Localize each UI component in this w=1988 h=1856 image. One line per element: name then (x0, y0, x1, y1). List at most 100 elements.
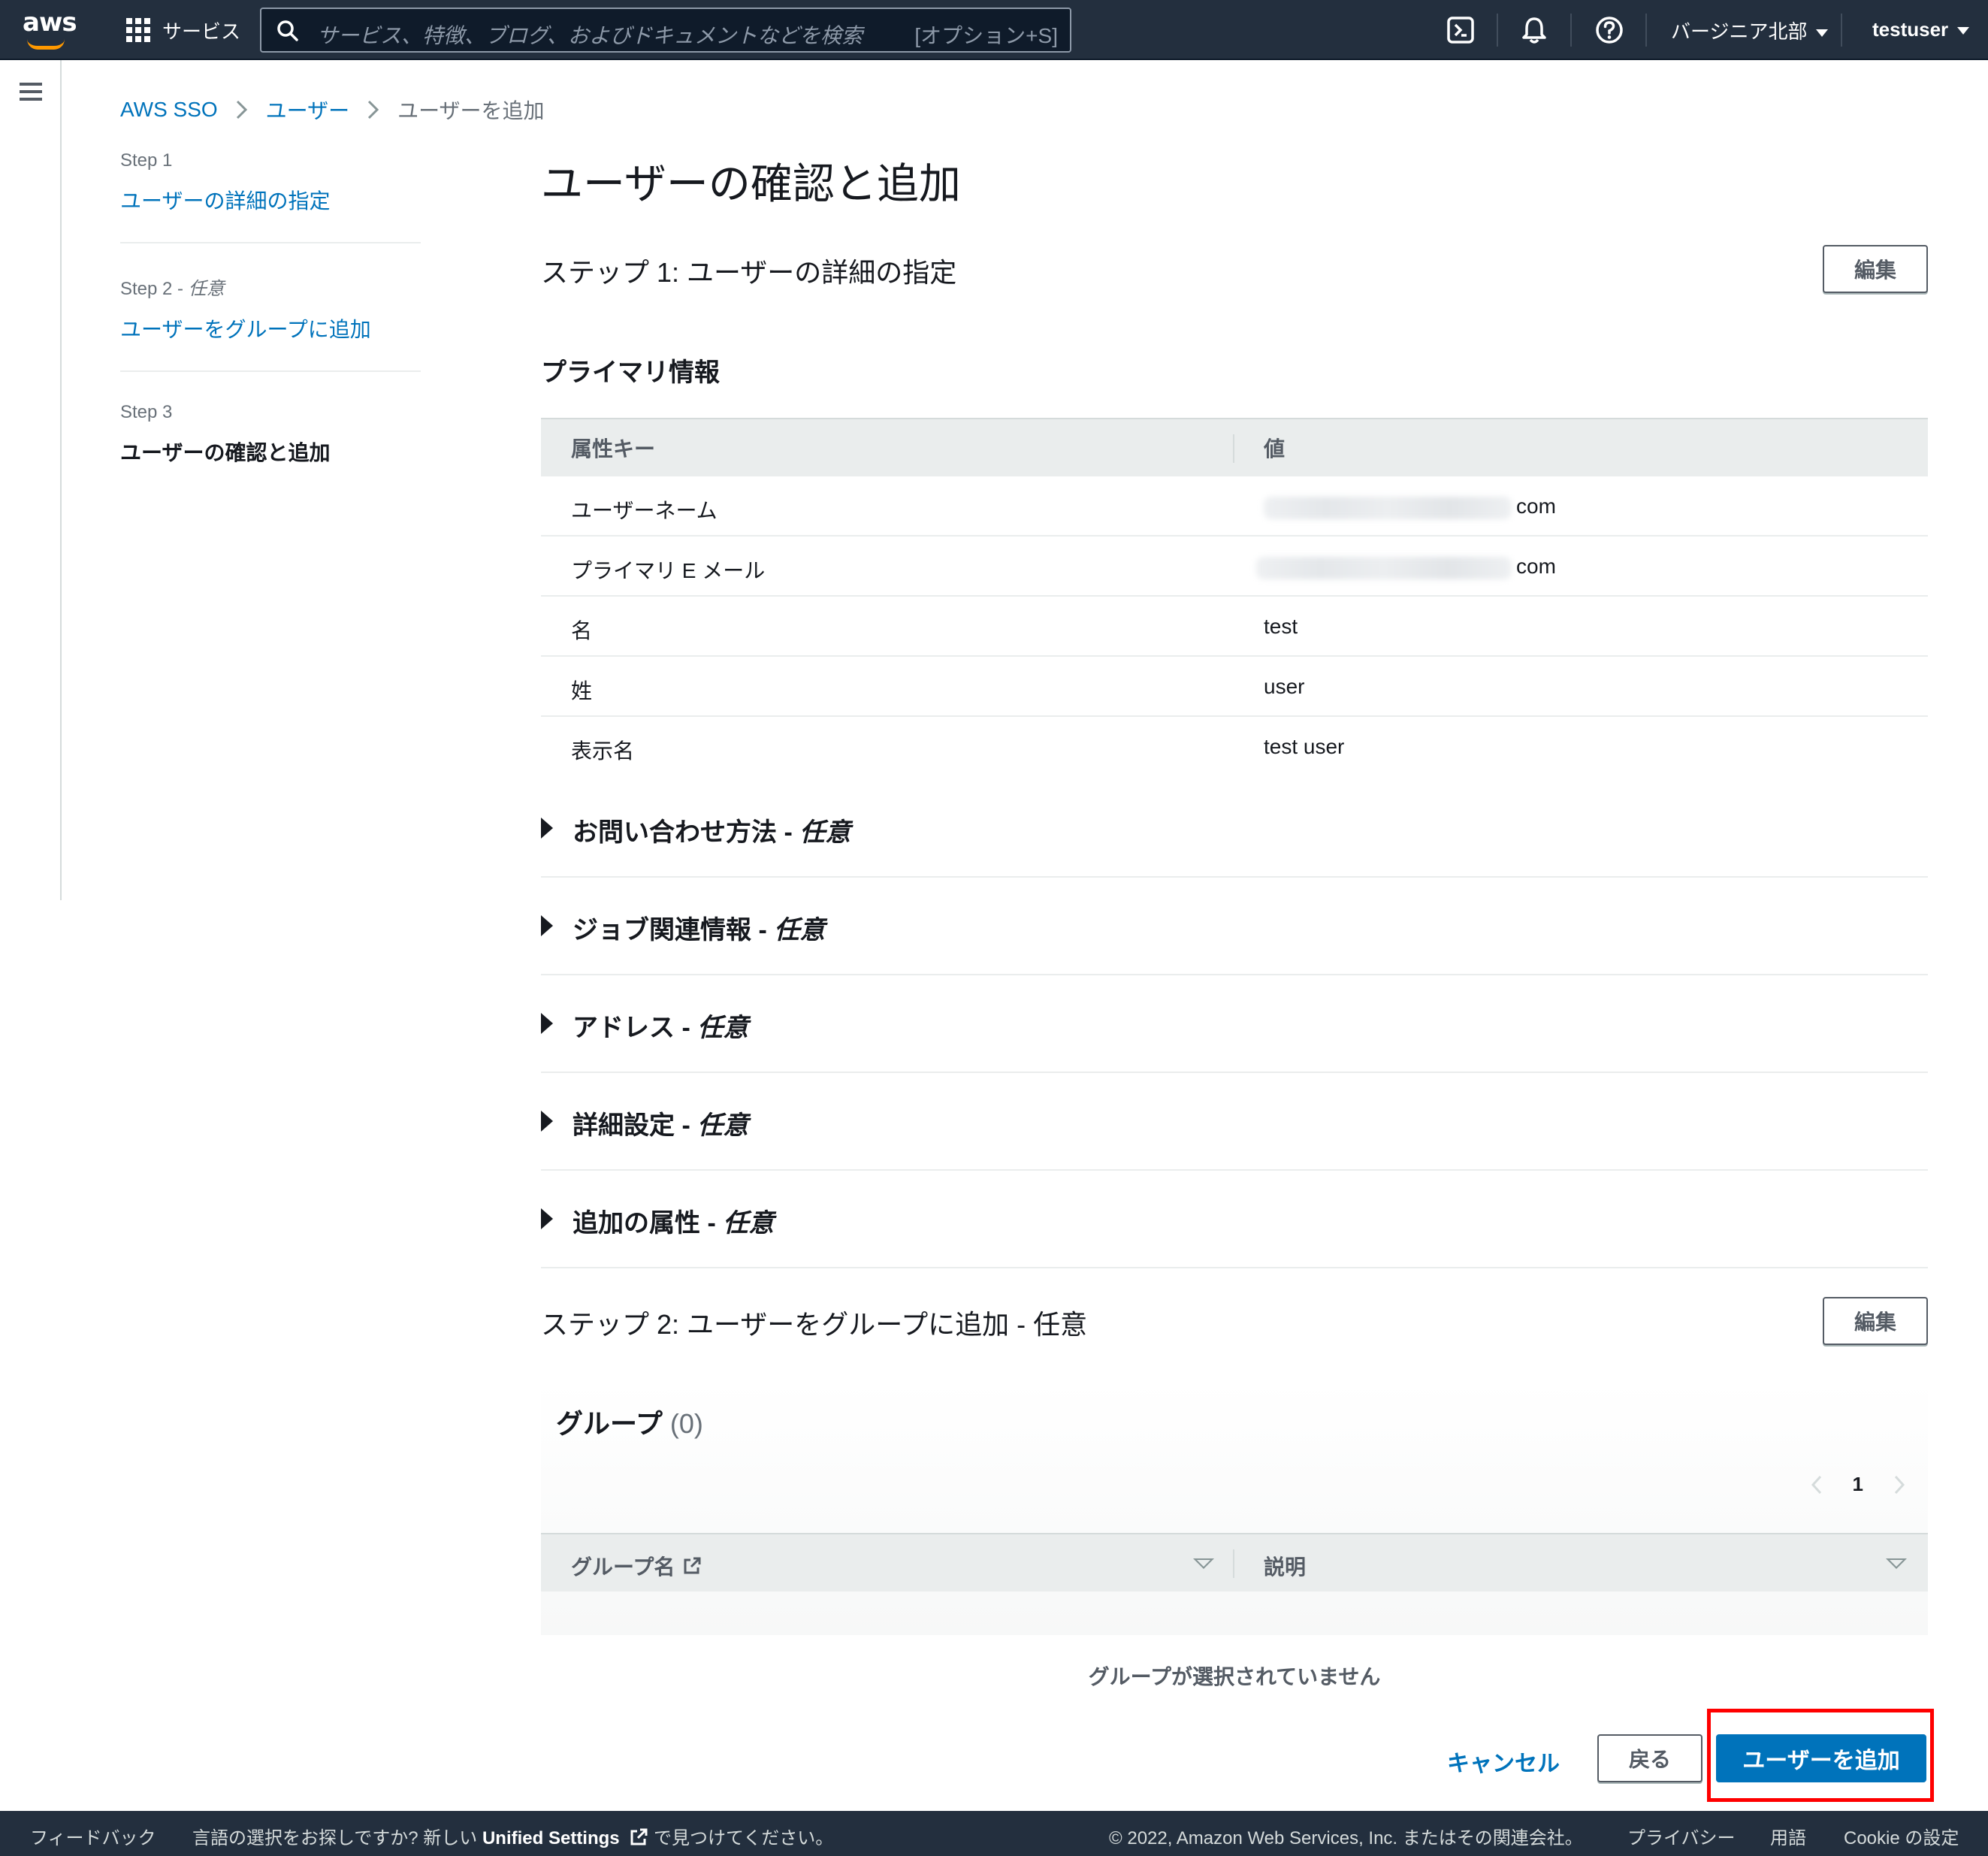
column-header-group-name[interactable]: グループ名 (571, 1551, 702, 1581)
row-value: com (1264, 494, 1556, 519)
expander-contact-methods[interactable]: お問い合わせ方法 - 任意 (541, 780, 1928, 878)
step-1-link[interactable]: ユーザーの詳細の指定 (120, 185, 421, 215)
table-header: 属性キー 値 (541, 418, 1928, 476)
row-value: com (1256, 555, 1556, 579)
cloudshell-icon[interactable] (1446, 15, 1476, 45)
sort-icon[interactable] (1193, 1558, 1214, 1569)
page-title: ユーザーの確認と追加 (541, 160, 961, 207)
primary-info-table: 属性キー 値 ユーザーネーム com プライマリ E メール com 名 tes… (541, 418, 1928, 777)
pagination: 1 (1811, 1473, 1905, 1496)
wizard-step-3: Step 3 ユーザーの確認と追加 (120, 402, 421, 494)
terms-link[interactable]: 用語 (1770, 1823, 1806, 1849)
expander-advanced-settings[interactable]: 詳細設定 - 任意 (541, 1073, 1928, 1171)
account-menu[interactable]: testuser (1872, 18, 1970, 41)
back-button[interactable]: 戻る (1597, 1734, 1702, 1782)
menu-hamburger-icon[interactable] (20, 83, 42, 101)
search-icon (277, 20, 298, 41)
groups-count: (0) (669, 1408, 703, 1439)
breadcrumb-add-user: ユーザーを追加 (397, 99, 545, 122)
column-header-key: 属性キー (571, 437, 656, 461)
row-value: test (1264, 615, 1298, 638)
expander-label: お問い合わせ方法 - 任意 (573, 818, 851, 847)
account-username: testuser (1872, 18, 1949, 41)
table-row: プライマリ E メール com (541, 537, 1928, 597)
chevron-right-icon (236, 100, 247, 119)
region-selector[interactable]: バージニア北部 (1671, 17, 1829, 44)
step2-header: ステップ 2: ユーザーをグループに追加 - 任意 (541, 1309, 1088, 1340)
table-row: 名 test (541, 597, 1928, 657)
search-input[interactable]: サービス、特徴、ブログ、およびドキュメントなどを検索 [オプション+S] (260, 8, 1071, 53)
notifications-bell-icon[interactable] (1519, 15, 1549, 45)
expander-label: アドレス - 任意 (573, 1014, 749, 1042)
breadcrumb-users[interactable]: ユーザー (266, 95, 349, 125)
wizard-step-1: Step 1 ユーザーの詳細の指定 (120, 150, 421, 243)
help-icon[interactable] (1594, 15, 1624, 45)
chevron-right-icon[interactable] (1893, 1474, 1905, 1495)
edit-step1-button[interactable]: 編集 (1823, 245, 1928, 293)
edit-step2-button[interactable]: 編集 (1823, 1297, 1928, 1345)
cancel-button[interactable]: キャンセル (1447, 1745, 1560, 1778)
caret-right-icon (541, 1208, 553, 1229)
side-navigation-rail (0, 60, 62, 900)
table-row: 姓 user (541, 657, 1928, 717)
region-label: バージニア北部 (1671, 20, 1808, 43)
page-number[interactable]: 1 (1853, 1473, 1863, 1496)
step-3-current: ユーザーの確認と追加 (120, 441, 331, 464)
caret-right-icon (541, 915, 553, 936)
sort-icon[interactable] (1886, 1558, 1907, 1569)
breadcrumb: AWS SSO ユーザー ユーザーを追加 (120, 95, 545, 125)
column-header-description[interactable]: 説明 (1264, 1551, 1306, 1581)
footer: フィードバック 言語の選択をお探しですか? 新しい Unified Settin… (0, 1811, 1988, 1856)
top-navigation-bar: aws サービス サービス、特徴、ブログ、およびドキュメントなどを検索 [オプシ… (0, 0, 1988, 60)
row-value: test user (1264, 735, 1345, 758)
search-shortcut: [オプション+S] (914, 24, 1058, 47)
feedback-link[interactable]: フィードバック (30, 1823, 156, 1849)
expander-label: 詳細設定 - 任意 (573, 1111, 749, 1140)
primary-info-header: プライマリ情報 (541, 358, 720, 387)
search-placeholder: サービス、特徴、ブログ、およびドキュメントなどを検索 (317, 24, 863, 47)
unified-settings-link[interactable]: Unified Settings (482, 1828, 620, 1848)
groups-empty-message: グループが選択されていません (1088, 1665, 1381, 1688)
row-key: 名 (571, 619, 593, 642)
step-label: Step 2 - 任意 (120, 279, 225, 299)
step-2-link[interactable]: ユーザーをグループに追加 (120, 313, 421, 343)
breadcrumb-aws-sso[interactable]: AWS SSO (120, 98, 218, 122)
aws-logo[interactable]: aws (23, 8, 77, 53)
services-menu-button[interactable]: サービス (162, 17, 240, 44)
expander-label: ジョブ関連情報 - 任意 (573, 916, 826, 945)
privacy-link[interactable]: プライバシー (1627, 1823, 1736, 1849)
groups-title: グループ (0) (556, 1408, 703, 1439)
cookie-settings-link[interactable]: Cookie の設定 (1844, 1823, 1959, 1849)
caret-right-icon (541, 1013, 553, 1034)
caret-down-icon (1957, 27, 1970, 35)
column-header-value: 値 (1264, 437, 1286, 461)
chevron-left-icon[interactable] (1811, 1474, 1823, 1495)
row-key: 姓 (571, 679, 593, 703)
caret-right-icon (541, 818, 553, 839)
step1-header: ステップ 1: ユーザーの詳細の指定 (541, 257, 957, 288)
caret-right-icon (541, 1111, 553, 1132)
services-grid-icon[interactable] (126, 18, 150, 42)
step-label: Step 1 (120, 150, 173, 171)
row-value: user (1264, 675, 1305, 698)
redacted-value (1264, 496, 1512, 519)
redacted-value (1256, 556, 1512, 579)
highlight-box (1707, 1709, 1934, 1802)
chevron-right-icon (368, 100, 379, 119)
wizard-steps: Step 1 ユーザーの詳細の指定 Step 2 - 任意 ユーザーをグループに… (120, 150, 421, 524)
expander-job-info[interactable]: ジョブ関連情報 - 任意 (541, 878, 1928, 975)
copyright: © 2022, Amazon Web Services, Inc. またはその関… (1109, 1828, 1583, 1848)
table-row: ユーザーネーム com (541, 476, 1928, 537)
groups-panel: グループ (0) 1 グループ名 説明 (541, 1380, 1928, 1635)
external-link-icon (630, 1828, 648, 1845)
expander-extra-attributes[interactable]: 追加の属性 - 任意 (541, 1171, 1928, 1268)
external-link-icon (684, 1557, 701, 1574)
table-row: 表示名 test user (541, 717, 1928, 777)
row-key: プライマリ E メール (571, 559, 766, 582)
wizard-step-2: Step 2 - 任意 ユーザーをグループに追加 (120, 274, 421, 372)
aws-logo-text: aws (23, 8, 77, 38)
step-label: Step 3 (120, 402, 173, 422)
caret-down-icon (1816, 29, 1829, 38)
expander-address[interactable]: アドレス - 任意 (541, 975, 1928, 1073)
expander-label: 追加の属性 - 任意 (573, 1209, 775, 1238)
